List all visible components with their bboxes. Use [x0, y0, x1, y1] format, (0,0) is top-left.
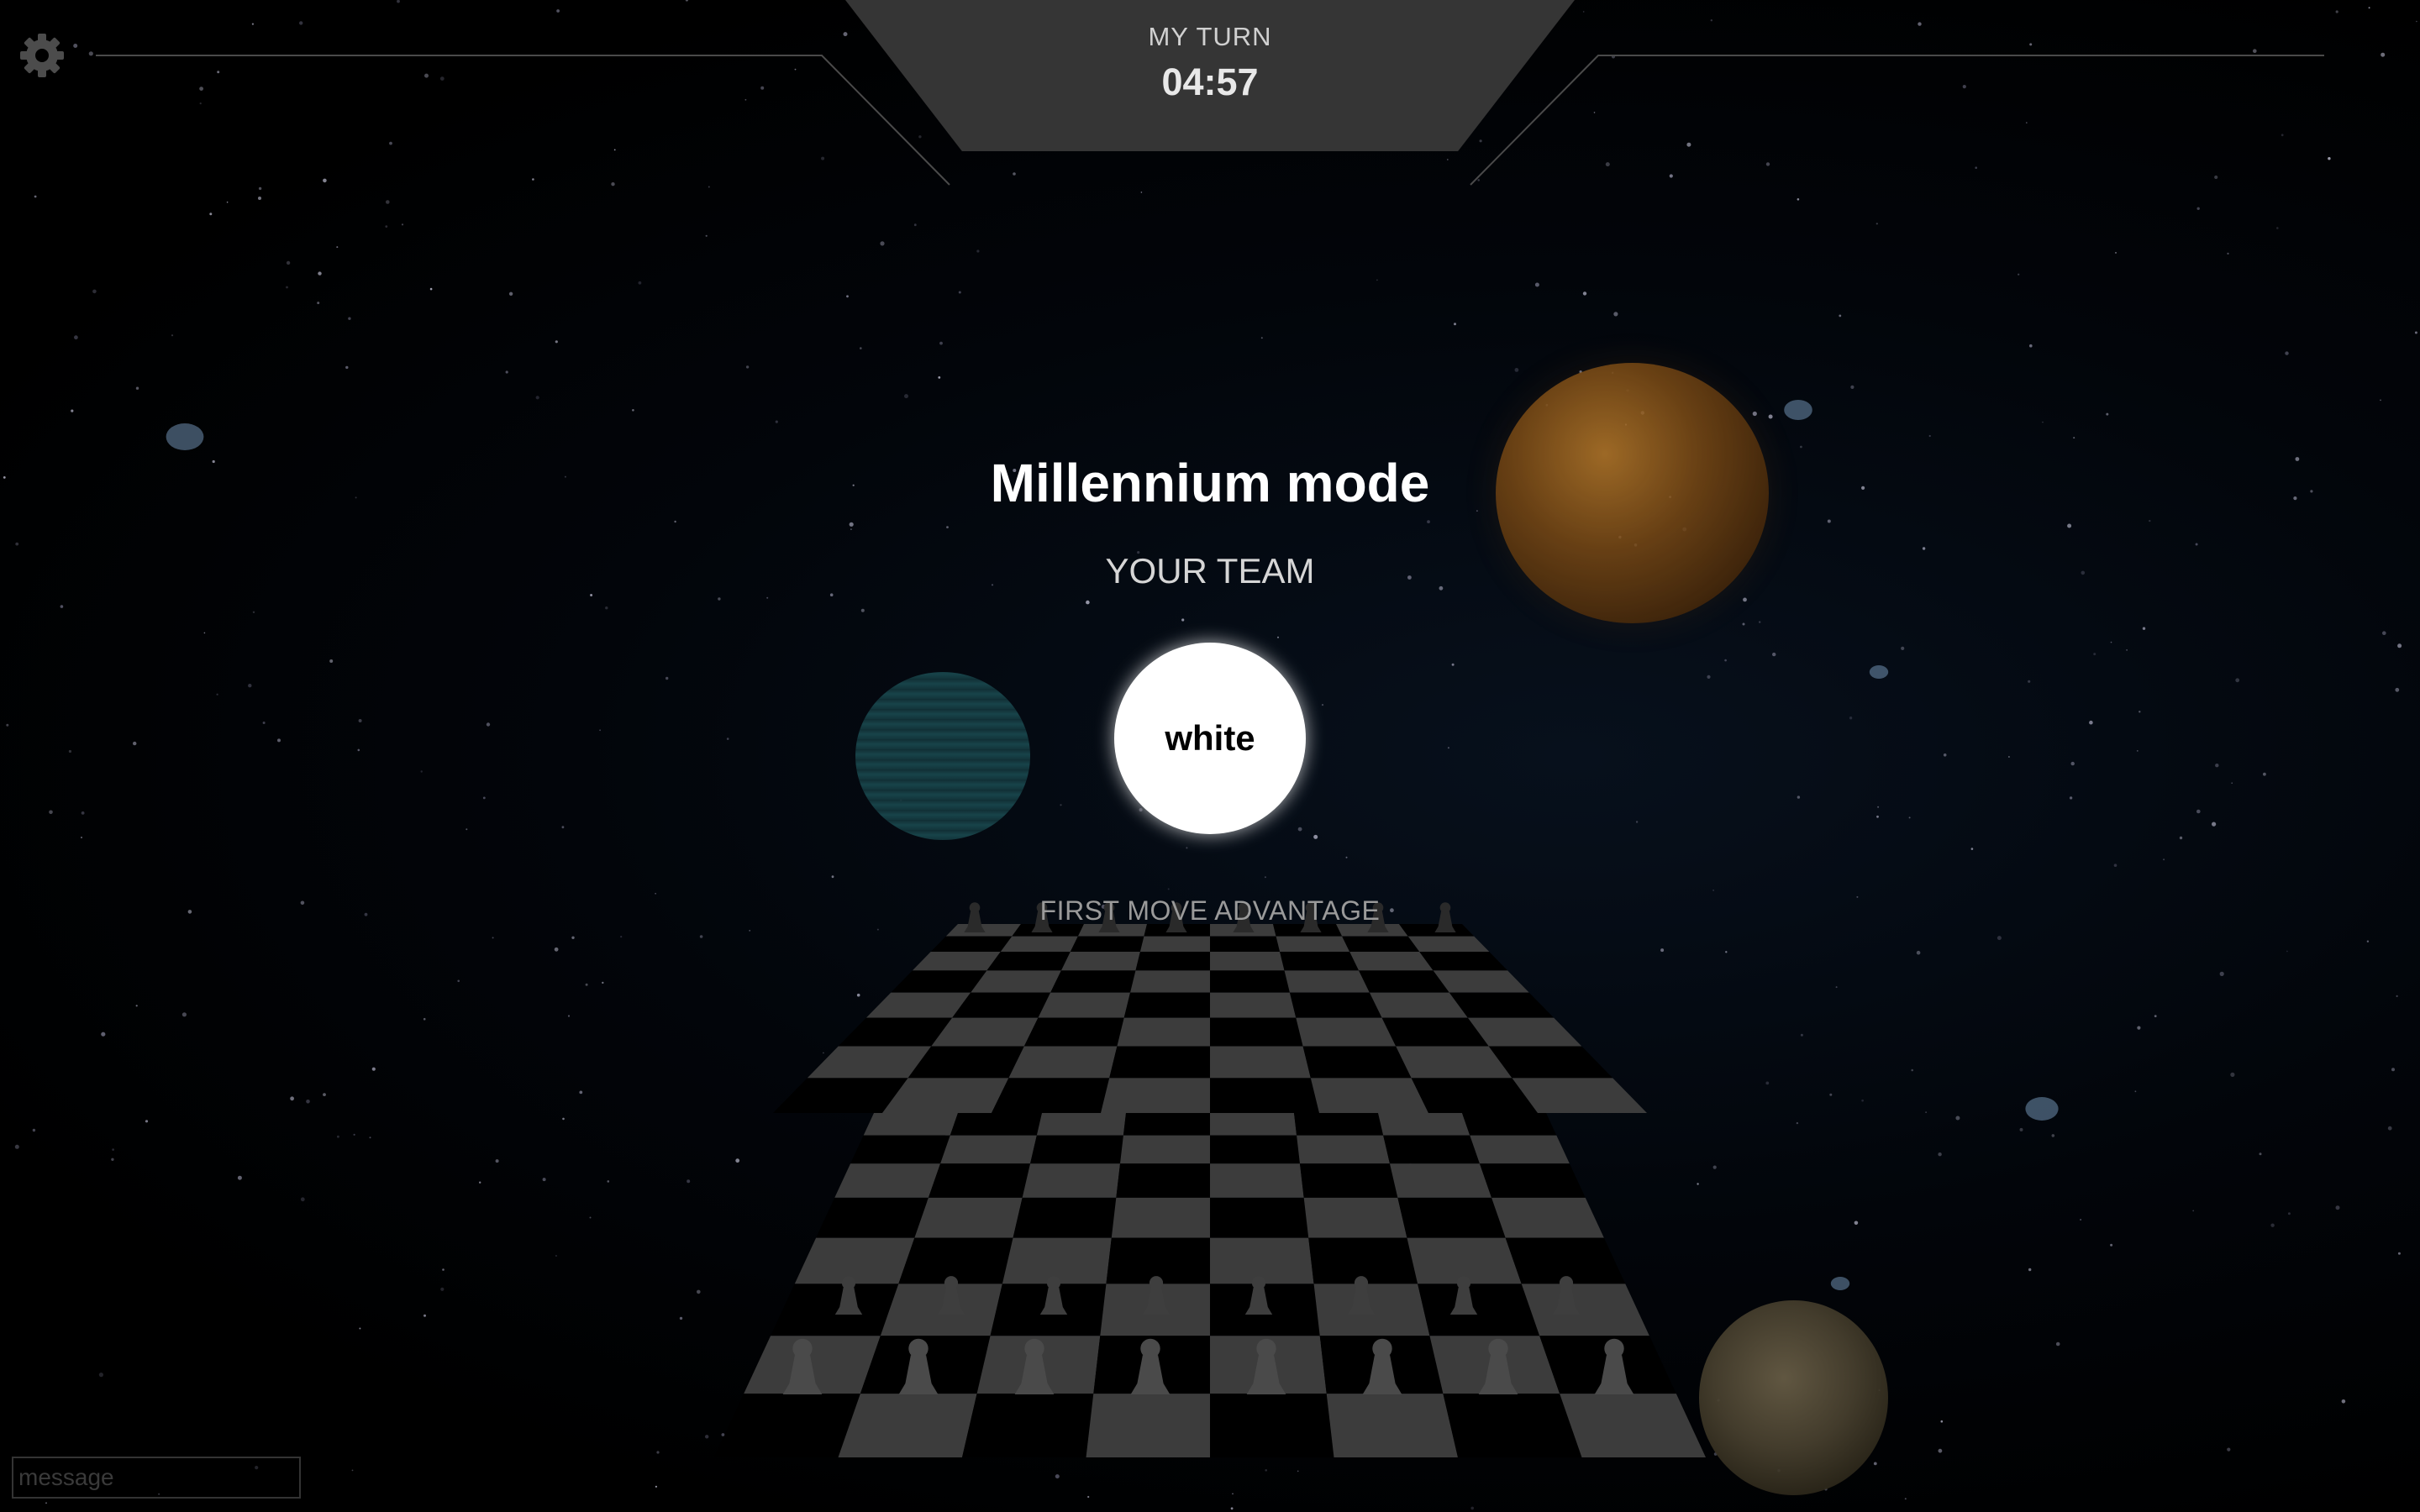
board-square[interactable]	[1299, 1163, 1398, 1198]
board-square[interactable]	[1378, 1113, 1470, 1136]
board-square[interactable]	[1210, 936, 1281, 953]
board-square[interactable]	[1008, 1046, 1118, 1079]
board-square[interactable]	[1210, 970, 1290, 993]
turn-label: MY TURN	[1148, 22, 1272, 51]
team-name: white	[1165, 718, 1255, 758]
board-square[interactable]	[1433, 970, 1529, 993]
board-square[interactable]	[962, 1394, 1094, 1457]
team-badge[interactable]: white	[1114, 643, 1306, 834]
board-square[interactable]	[1479, 1163, 1586, 1198]
board-square[interactable]	[1120, 1135, 1210, 1164]
board-square[interactable]	[898, 1237, 1013, 1284]
board-square[interactable]	[1038, 992, 1131, 1018]
board-square[interactable]	[1210, 1163, 1304, 1198]
board-square[interactable]	[1013, 1197, 1117, 1238]
board-square[interactable]	[1297, 1135, 1390, 1164]
board-square[interactable]	[1289, 992, 1382, 1018]
settings-button[interactable]	[17, 30, 67, 81]
board-square[interactable]	[1123, 1113, 1210, 1136]
mode-title: Millennium mode	[990, 453, 1430, 513]
board-square[interactable]	[1109, 1046, 1210, 1079]
message-input[interactable]	[12, 1457, 301, 1499]
board-square[interactable]	[1326, 1394, 1458, 1457]
board-square[interactable]	[940, 1135, 1037, 1164]
board-square[interactable]	[912, 952, 1001, 971]
board-square[interactable]	[1086, 1394, 1211, 1457]
lower-board-layer[interactable]	[714, 1113, 1706, 1457]
board-square[interactable]	[1111, 1197, 1210, 1238]
board-square[interactable]	[992, 1078, 1110, 1113]
board-square[interactable]	[1210, 1197, 1309, 1238]
board-square[interactable]	[1276, 936, 1350, 953]
board-square[interactable]	[1349, 952, 1434, 971]
board-square[interactable]	[930, 936, 1013, 953]
hud-frame-left-line	[96, 55, 950, 186]
board-square[interactable]	[1210, 1394, 1334, 1457]
team-label: YOUR TEAM	[1105, 551, 1315, 591]
first-move-note: FIRST MOVE ADVANTAGE	[1039, 895, 1381, 926]
board-square[interactable]	[1210, 952, 1285, 971]
board-square[interactable]	[950, 1113, 1042, 1136]
board-square[interactable]	[891, 970, 987, 993]
board-square[interactable]	[1303, 1197, 1407, 1238]
board-square[interactable]	[1302, 1046, 1412, 1079]
board-square[interactable]	[1560, 1394, 1706, 1457]
board-square[interactable]	[1123, 992, 1210, 1018]
board-square[interactable]	[1050, 970, 1136, 993]
board-square[interactable]	[1284, 970, 1370, 993]
board-square[interactable]	[1210, 1135, 1300, 1164]
board-square[interactable]	[1210, 1078, 1319, 1113]
board-square[interactable]	[1342, 936, 1420, 953]
board-square[interactable]	[1418, 1284, 1540, 1336]
board-square[interactable]	[794, 1237, 915, 1284]
board-square[interactable]	[1521, 1284, 1649, 1336]
board-square[interactable]	[1101, 1078, 1210, 1113]
board-square[interactable]	[771, 1284, 899, 1336]
board-square[interactable]	[1210, 1017, 1303, 1047]
board-square[interactable]	[1210, 992, 1297, 1018]
board-square[interactable]	[1060, 952, 1140, 971]
board-square[interactable]	[1000, 936, 1078, 953]
board-square[interactable]	[986, 952, 1071, 971]
space-background: MY TURN 04:57 Millennium mode YOUR TEAM …	[0, 0, 2420, 1512]
board-square[interactable]	[1135, 952, 1210, 971]
board-square[interactable]	[1294, 1113, 1384, 1136]
board-square[interactable]	[1296, 1017, 1397, 1047]
board-square[interactable]	[1070, 936, 1144, 953]
board-square[interactable]	[1116, 1163, 1210, 1198]
board-square[interactable]	[850, 1135, 950, 1164]
board-square[interactable]	[1117, 1017, 1210, 1047]
board-square[interactable]	[863, 1113, 958, 1136]
board-square[interactable]	[914, 1197, 1023, 1238]
board-square[interactable]	[1407, 936, 1490, 953]
board-square[interactable]	[1036, 1113, 1126, 1136]
board-square[interactable]	[1022, 1163, 1121, 1198]
board-square[interactable]	[1470, 1135, 1570, 1164]
board-square[interactable]	[838, 1394, 977, 1457]
board-square[interactable]	[834, 1163, 941, 1198]
upper-board-layer[interactable]	[773, 924, 1647, 1113]
board-square[interactable]	[1443, 1394, 1582, 1457]
board-square[interactable]	[1139, 936, 1210, 953]
board-square[interactable]	[928, 1163, 1031, 1198]
board-square[interactable]	[1210, 1046, 1311, 1079]
board-square[interactable]	[1030, 1135, 1123, 1164]
board-square[interactable]	[1389, 1163, 1492, 1198]
board-square[interactable]	[1491, 1197, 1604, 1238]
board-square[interactable]	[1310, 1078, 1428, 1113]
board-square[interactable]	[1383, 1135, 1480, 1164]
board-square[interactable]	[1419, 952, 1508, 971]
board-square[interactable]	[1023, 1017, 1124, 1047]
gear-icon	[20, 34, 64, 77]
board-square[interactable]	[1280, 952, 1360, 971]
board-square[interactable]	[1130, 970, 1210, 993]
board-square[interactable]	[714, 1394, 860, 1457]
board-square[interactable]	[1210, 1113, 1297, 1136]
turn-timer: 04:57	[1161, 60, 1259, 103]
board-square[interactable]	[816, 1197, 929, 1238]
board-square[interactable]	[1397, 1197, 1506, 1238]
hud-frame-right-line	[1470, 55, 2324, 186]
board-square[interactable]	[1462, 1113, 1557, 1136]
